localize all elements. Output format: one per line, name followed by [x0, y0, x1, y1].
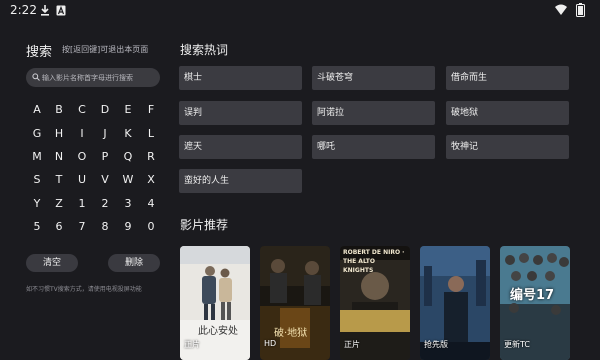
- keyboard-key-6[interactable]: 6: [48, 217, 70, 237]
- keyboard-key-n[interactable]: N: [48, 147, 70, 167]
- keyboard-key-5[interactable]: 5: [26, 217, 48, 237]
- clear-button[interactable]: 清空: [26, 254, 78, 272]
- keyboard-key-t[interactable]: T: [48, 170, 70, 190]
- hot-item[interactable]: 斗破苍穹: [312, 66, 435, 90]
- poster-tag: 抢先版: [424, 340, 448, 349]
- search-icon: [32, 73, 40, 81]
- delete-button[interactable]: 删除: [108, 254, 160, 272]
- hot-item[interactable]: 误判: [179, 101, 302, 125]
- keyboard-key-i[interactable]: I: [71, 124, 93, 144]
- keyboard-key-7[interactable]: 7: [71, 217, 93, 237]
- poster-tag: 正片: [184, 340, 200, 349]
- keyboard-key-e[interactable]: E: [117, 100, 139, 120]
- keyboard-key-4[interactable]: 4: [140, 194, 162, 214]
- poster-tag: HD: [264, 339, 277, 348]
- poster-caption: 此心安处: [198, 326, 238, 337]
- keyboard-key-y[interactable]: Y: [26, 194, 48, 214]
- movie-poster[interactable]: ROBERT DE NIRO · THE ALTO KNIGHTS 正片: [340, 246, 410, 360]
- status-time: 2:22: [10, 3, 37, 17]
- battery-icon: [576, 3, 585, 17]
- search-box[interactable]: [26, 68, 160, 87]
- keyboard-key-b[interactable]: B: [48, 100, 70, 120]
- keyboard-key-d[interactable]: D: [94, 100, 116, 120]
- movie-poster[interactable]: 编号17 更新TC: [500, 246, 570, 360]
- hot-item[interactable]: 蛮好的人生: [179, 169, 302, 193]
- download-icon: [41, 5, 49, 16]
- wifi-icon: [555, 4, 567, 15]
- poster-caption: ROBERT DE NIRO · THE ALTO KNIGHTS: [343, 249, 405, 274]
- keyboard-key-g[interactable]: G: [26, 124, 48, 144]
- poster-tag: 更新TC: [504, 340, 531, 349]
- keyboard-key-w[interactable]: W: [117, 170, 139, 190]
- keyboard-key-m[interactable]: M: [26, 147, 48, 167]
- status-bar: 2:22: [0, 0, 600, 22]
- poster-tag: 正片: [344, 340, 360, 349]
- hot-item[interactable]: 阿诺拉: [312, 101, 435, 125]
- keyboard-key-1[interactable]: 1: [71, 194, 93, 214]
- poster-caption: 破·地狱: [274, 328, 308, 339]
- keyboard-key-q[interactable]: Q: [117, 147, 139, 167]
- search-hint: 按[返回键]可退出本页面: [62, 45, 149, 54]
- keyboard-key-2[interactable]: 2: [94, 194, 116, 214]
- keyboard-key-3[interactable]: 3: [117, 194, 139, 214]
- hot-item[interactable]: 棋士: [179, 66, 302, 90]
- keyboard-key-p[interactable]: P: [94, 147, 116, 167]
- keyboard-key-f[interactable]: F: [140, 100, 162, 120]
- keyboard-key-k[interactable]: K: [117, 124, 139, 144]
- keyboard-key-a[interactable]: A: [26, 100, 48, 120]
- movie-poster[interactable]: 此心安处 正片: [180, 246, 250, 360]
- keyboard-key-x[interactable]: X: [140, 170, 162, 190]
- keyboard-key-l[interactable]: L: [140, 124, 162, 144]
- hot-search-title: 搜索热词: [180, 43, 229, 57]
- tv-search-note: 如不习惯TV搜索方式，请使用电视投屏功能: [26, 286, 142, 293]
- keyboard-key-o[interactable]: O: [71, 147, 93, 167]
- keyboard-key-u[interactable]: U: [71, 170, 93, 190]
- notification-a-icon: [56, 5, 66, 16]
- keyboard-key-0[interactable]: 0: [140, 217, 162, 237]
- keyboard-key-z[interactable]: Z: [48, 194, 70, 214]
- hot-item[interactable]: 哪吒: [312, 135, 435, 159]
- keyboard-key-r[interactable]: R: [140, 147, 162, 167]
- keyboard-key-j[interactable]: J: [94, 124, 116, 144]
- keyboard-key-v[interactable]: V: [94, 170, 116, 190]
- keyboard-key-s[interactable]: S: [26, 170, 48, 190]
- hot-item[interactable]: 牧神记: [446, 135, 569, 159]
- hot-item[interactable]: 借命而生: [446, 66, 569, 90]
- search-title: 搜索: [26, 45, 53, 60]
- search-input[interactable]: [42, 70, 154, 85]
- movie-poster[interactable]: 抢先版: [420, 246, 490, 360]
- keyboard-key-c[interactable]: C: [71, 100, 93, 120]
- poster-caption: 编号17: [510, 288, 555, 303]
- keyboard-key-h[interactable]: H: [48, 124, 70, 144]
- keyboard-key-8[interactable]: 8: [94, 217, 116, 237]
- hot-item[interactable]: 遮天: [179, 135, 302, 159]
- movie-poster[interactable]: 破·地狱 HD: [260, 246, 330, 360]
- keyboard-key-9[interactable]: 9: [117, 217, 139, 237]
- recommend-title: 影片推荐: [180, 218, 229, 232]
- hot-item[interactable]: 破地狱: [446, 101, 569, 125]
